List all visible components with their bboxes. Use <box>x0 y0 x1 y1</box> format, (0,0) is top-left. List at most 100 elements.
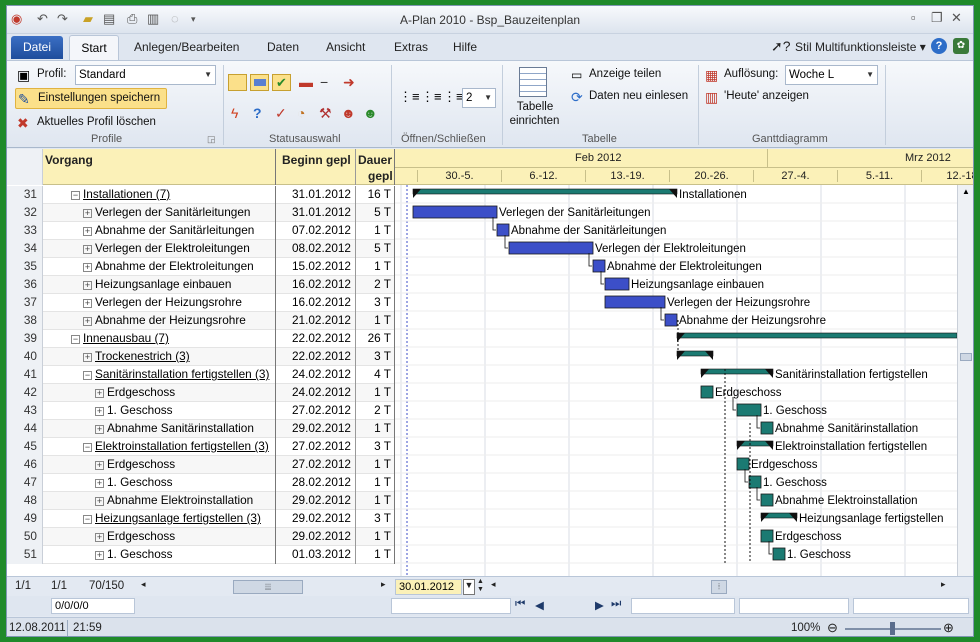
table-row[interactable]: 47 +1. Geschoss 28.02.2012 1 T <box>7 474 395 492</box>
tab-extras[interactable]: Extras <box>394 40 428 54</box>
status-lightning-icon[interactable]: ϟ <box>231 105 238 121</box>
scroll-right-icon[interactable]: ▸ <box>381 579 386 590</box>
expand-icon[interactable]: + <box>95 551 104 560</box>
table-row[interactable]: 35 + Abnahme der Elektroleitungen 15.02.201… <box>7 258 395 276</box>
status-user-remove-icon[interactable]: ☻ <box>341 105 356 121</box>
table-row[interactable]: 43 +1. Geschoss 27.02.2012 2 T <box>7 402 395 420</box>
expand-icon[interactable]: + <box>95 479 104 488</box>
table-row[interactable]: 50 + Erdgeschoss 29.02.2012 1 T <box>7 528 395 546</box>
expand-icon[interactable]: + <box>83 281 92 290</box>
delete-profile-button[interactable]: Aktuelles Profil löschen <box>37 116 156 128</box>
status-arrow-icon[interactable]: ➜ <box>343 74 355 90</box>
status-check-button[interactable]: ✔ <box>272 74 291 91</box>
status-blue-button[interactable] <box>250 74 269 91</box>
ribbon-style-menu[interactable]: Stil Multifunktionsleiste ▾ <box>795 40 926 54</box>
scroll-up-icon[interactable]: ▲ <box>959 185 973 199</box>
status-question-icon[interactable]: ? <box>253 105 262 121</box>
table-row[interactable]: 48 + Abnahme Elektroinstallation 29.02.2012… <box>7 492 395 510</box>
column-header-start[interactable]: Beginn gepl <box>282 153 351 167</box>
collapse-icon[interactable]: ⋮≡ <box>421 89 442 105</box>
vertical-scrollbar[interactable]: ▲ <box>957 185 973 576</box>
split-view-button[interactable]: Anzeige teilen <box>589 68 661 80</box>
outline-level-select[interactable]: 2 ▼ <box>462 88 496 108</box>
expand-icon[interactable]: + <box>83 317 92 326</box>
tab-datei[interactable]: Datei <box>11 36 63 59</box>
show-today-button[interactable]: 'Heute' anzeigen <box>724 90 809 102</box>
gantt-scroll-left-icon[interactable]: ◂ <box>491 579 496 590</box>
table-row[interactable]: 44 + Abnahme Sanitärinstallation 29.02.2012… <box>7 420 395 438</box>
save-settings-button[interactable]: ✎ Einstellungen speichern <box>15 88 167 109</box>
date-spinner-icon[interactable]: ▲ ▼ <box>477 578 484 594</box>
resolution-select[interactable]: Woche L ▼ <box>785 65 878 85</box>
scroll-left-icon[interactable]: ◂ <box>141 579 146 590</box>
hscroll-thumb-table[interactable]: ⦙⦙⦙ <box>233 580 303 594</box>
prev-record-icon[interactable]: ◀ <box>535 598 544 612</box>
collapse-icon[interactable]: − <box>83 371 92 380</box>
table-row[interactable]: 33 + Abnahme der Sanitärleitungen 07.02.201… <box>7 222 395 240</box>
restore-icon[interactable]: ❐ <box>931 10 943 26</box>
close-icon[interactable]: ✕ <box>951 10 962 26</box>
expand-icon[interactable]: + <box>83 263 92 272</box>
table-row[interactable]: 40 + Trockenestrich (3) 22.02.2012 3 T <box>7 348 395 366</box>
outline-icon[interactable]: ⋮≡ <box>443 89 464 105</box>
status-user-add-icon[interactable]: ☻ <box>363 105 378 121</box>
collapse-icon[interactable]: − <box>83 515 92 524</box>
date-field[interactable]: 30.01.2012 <box>395 579 462 595</box>
expand-icon[interactable]: + <box>83 227 92 236</box>
first-record-icon[interactable]: ⏮ <box>515 598 525 611</box>
table-row[interactable]: 36 + Heizungsanlage einbauen 16.02.2012 2 T <box>7 276 395 294</box>
status-check-red-icon[interactable]: ✓ <box>275 105 287 121</box>
zoom-in-icon[interactable]: ⊕ <box>943 620 954 636</box>
table-row[interactable]: 31 − Installationen (7) 31.01.2012 16 T <box>7 186 395 204</box>
expand-icon[interactable]: + <box>95 461 104 470</box>
status-red-bar-icon[interactable]: ▬ <box>299 74 313 90</box>
status-yellow-button[interactable] <box>228 74 247 91</box>
table-setup-button[interactable]: Tabelle einrichten <box>507 65 562 131</box>
table-row[interactable]: 41 − Sanitärinstallation fertigstellen (3)… <box>7 366 395 384</box>
expand-icon[interactable]: + <box>95 389 104 398</box>
table-row[interactable]: 38 + Abnahme der Heizungsrohre 21.02.2012 1 … <box>7 312 395 330</box>
table-row[interactable]: 49 − Heizungsanlage fertigstellen (3) 29.02… <box>7 510 395 528</box>
help-cursor-icon[interactable]: ➚? <box>771 38 791 55</box>
profile-select[interactable]: Standard ▼ <box>75 65 216 85</box>
expand-icon[interactable]: + <box>83 209 92 218</box>
expand-icon[interactable]: + <box>83 299 92 308</box>
scroll-thumb[interactable] <box>960 353 972 361</box>
expand-icon[interactable]: + <box>95 407 104 416</box>
expand-all-icon[interactable]: ⋮≡ <box>399 89 420 105</box>
reload-data-button[interactable]: Daten neu einlesen <box>589 90 688 102</box>
expand-icon[interactable]: + <box>95 497 104 506</box>
table-row[interactable]: 51 +1. Geschoss 01.03.2012 1 T <box>7 546 395 564</box>
collapse-icon[interactable]: − <box>71 191 80 200</box>
status-dash-icon[interactable]: − <box>320 74 328 90</box>
table-row[interactable]: 37 + Verlegen der Heizungsrohre 16.02.2012 3… <box>7 294 395 312</box>
help-icon[interactable]: ? <box>931 38 947 54</box>
table-row[interactable]: 42 + Erdgeschoss 24.02.2012 1 T <box>7 384 395 402</box>
expand-icon[interactable]: + <box>83 353 92 362</box>
table-row[interactable]: 34 + Verlegen der Elektroleitungen 08.02.20… <box>7 240 395 258</box>
table-row[interactable]: 32 + Verlegen der Sanitärleitungen 31.01.20… <box>7 204 395 222</box>
expand-icon[interactable]: + <box>95 425 104 434</box>
status-hammer-icon[interactable]: ⚒ <box>319 105 332 121</box>
gantt-scroll-right-icon[interactable]: ▸ <box>941 579 946 590</box>
last-record-icon[interactable]: ⏭ <box>611 598 621 611</box>
tab-start[interactable]: Start <box>69 35 119 60</box>
column-header-duration[interactable]: Dauer <box>358 153 392 167</box>
zoom-slider-thumb[interactable] <box>890 622 895 635</box>
tab-daten[interactable]: Daten <box>267 40 299 54</box>
tab-hilfe[interactable]: Hilfe <box>453 40 477 54</box>
expand-icon[interactable]: + <box>83 245 92 254</box>
table-row[interactable]: 46 + Erdgeschoss 27.02.2012 1 T <box>7 456 395 474</box>
minimize-icon[interactable]: ▫ <box>911 10 916 25</box>
expand-icon[interactable]: + <box>95 533 104 542</box>
next-record-icon[interactable]: ▶ <box>595 598 604 612</box>
column-header-task[interactable]: Vorgang <box>45 153 93 167</box>
date-dropdown-icon[interactable]: ▼ <box>463 579 475 595</box>
tab-anlegen-bearbeiten[interactable]: Anlegen/Bearbeiten <box>134 40 239 54</box>
tab-ansicht[interactable]: Ansicht <box>326 40 365 54</box>
table-row[interactable]: 45 − Elektroinstallation fertigstellen (3)… <box>7 438 395 456</box>
table-row[interactable]: 39 − Innenausbau (7) 22.02.2012 26 T <box>7 330 395 348</box>
collapse-icon[interactable]: − <box>71 335 80 344</box>
collapse-icon[interactable]: − <box>83 443 92 452</box>
status-clock-icon[interactable]: ◔ <box>297 105 305 121</box>
